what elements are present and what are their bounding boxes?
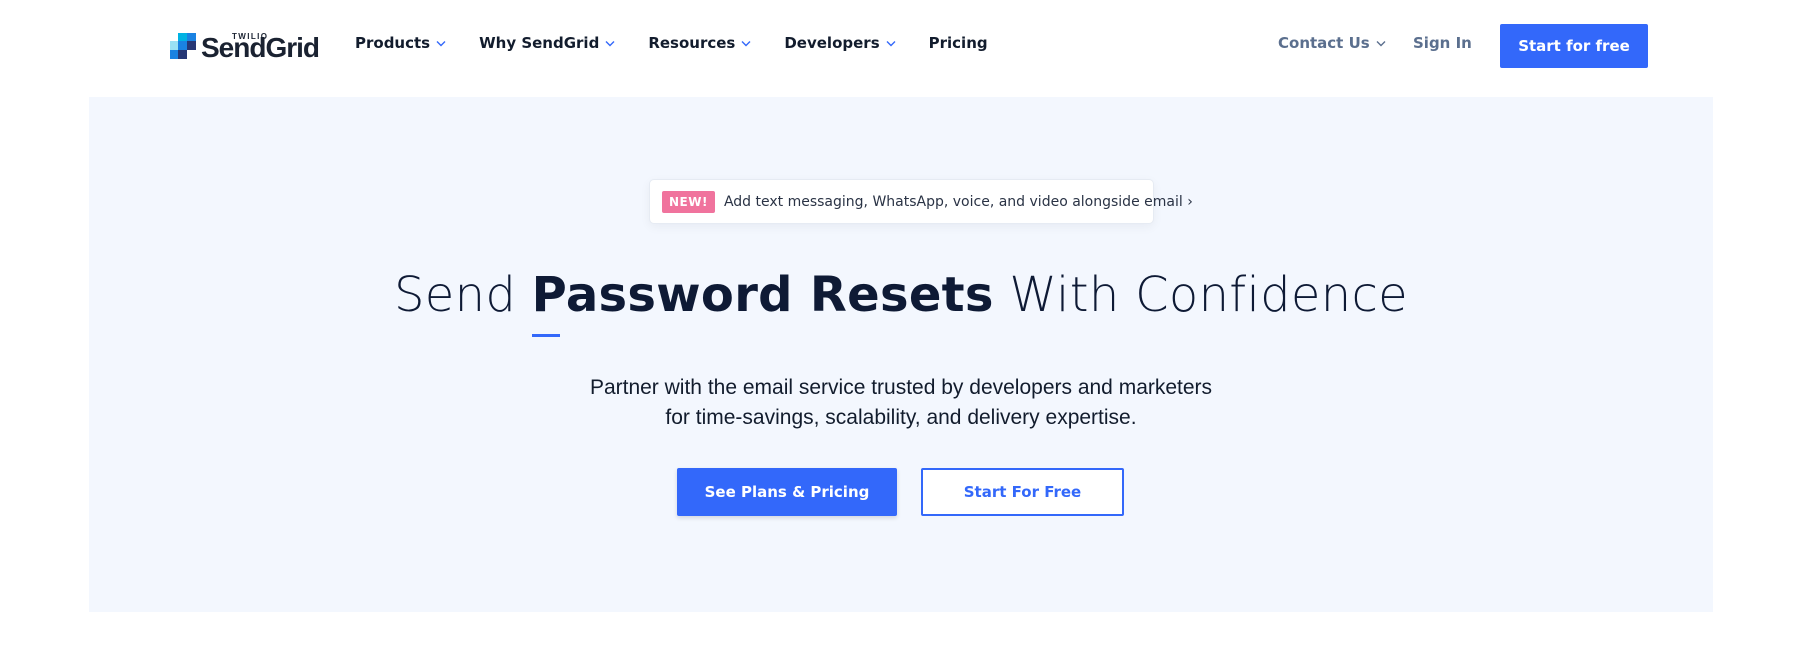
headline-suffix: With Confidence [993, 267, 1408, 323]
contact-us-link[interactable]: Contact Us [1278, 34, 1387, 52]
sendgrid-logo[interactable]: TWILIO SendGrid [170, 28, 320, 62]
nav-resources-label: Resources [648, 34, 736, 52]
nav-resources[interactable]: Resources [648, 34, 752, 52]
chevron-down-icon [605, 41, 615, 47]
announcement-text: Add text messaging, WhatsApp, voice, and… [723, 193, 1193, 210]
hero-subtext-line-2: for time-savings, scalability, and deliv… [665, 406, 1137, 429]
nav-why-sendgrid[interactable]: Why SendGrid [479, 34, 616, 52]
hero-headline: Send Password Resets With Confidence [89, 267, 1713, 337]
nav-pricing[interactable]: Pricing [929, 34, 988, 52]
headline-emphasis-text: Password Resets [531, 267, 994, 323]
nav-developers-label: Developers [784, 34, 880, 52]
announcement-banner[interactable]: NEW! Add text messaging, WhatsApp, voice… [649, 179, 1193, 224]
sendgrid-logo-mark-icon [170, 33, 196, 59]
nav-why-sendgrid-label: Why SendGrid [479, 34, 600, 52]
main-nav: Products Why SendGrid Resources Develope… [355, 34, 1020, 52]
start-for-free-button[interactable]: Start for free [1500, 24, 1648, 68]
chevron-down-icon [436, 41, 446, 47]
logo-wordmark: TWILIO SendGrid [201, 32, 320, 62]
chevron-down-icon [1376, 41, 1386, 47]
hero-subtext-line-1: Partner with the email service trusted b… [589, 376, 1213, 399]
site-header: TWILIO SendGrid Products Why SendGrid Re… [0, 0, 1800, 92]
contact-us-label: Contact Us [1278, 34, 1370, 52]
nav-products[interactable]: Products [355, 34, 447, 52]
hero-section: NEW! Add text messaging, WhatsApp, voice… [89, 97, 1713, 612]
headline-emphasis: Password Resets [531, 267, 994, 337]
nav-developers[interactable]: Developers [784, 34, 896, 52]
start-for-free-hero-button[interactable]: Start For Free [921, 468, 1124, 516]
logo-super-text: TWILIO [232, 32, 269, 41]
nav-products-label: Products [355, 34, 431, 52]
hero-subtext: Partner with the email service trusted b… [89, 373, 1713, 433]
nav-pricing-label: Pricing [928, 34, 988, 52]
chevron-down-icon [741, 41, 751, 47]
chevron-down-icon [886, 41, 896, 47]
sign-in-link[interactable]: Sign In [1413, 34, 1472, 52]
new-badge: NEW! [662, 190, 715, 213]
headline-underline-accent [531, 334, 560, 337]
see-plans-pricing-button[interactable]: See Plans & Pricing [677, 468, 897, 516]
headline-prefix: Send [394, 267, 532, 323]
